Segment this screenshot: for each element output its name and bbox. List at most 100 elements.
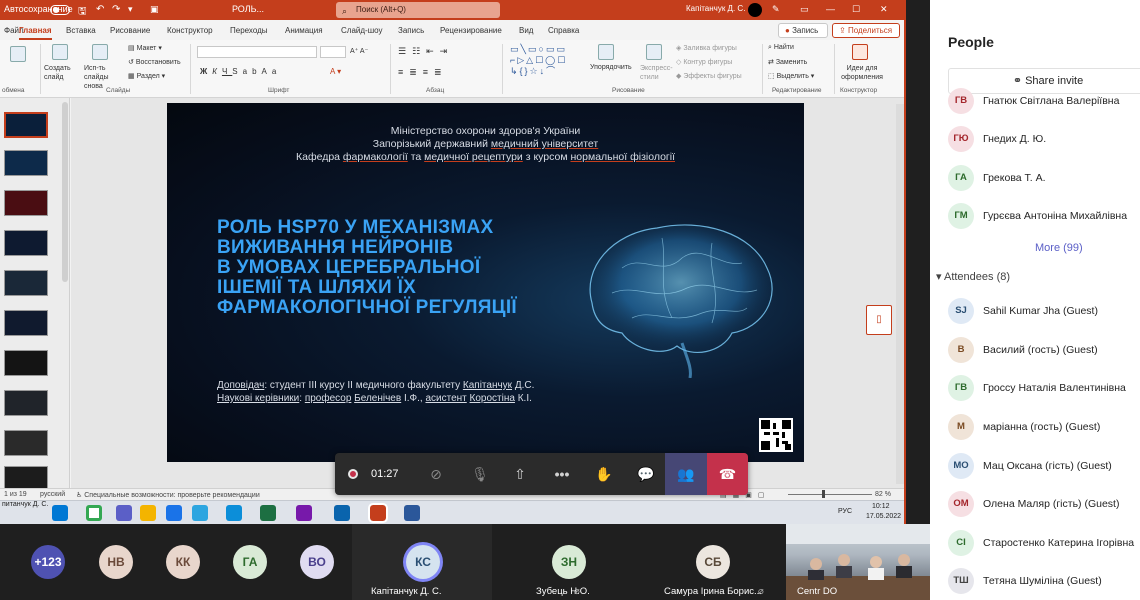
attendees-section-header[interactable]: ▾ Attendees (8) (936, 270, 1010, 283)
section-button[interactable]: ▦ Раздел ▾ (128, 72, 165, 80)
zoom-level[interactable]: 82 % (875, 491, 891, 498)
shape-fill-button[interactable]: ◈ Заливка фигуры (676, 44, 737, 52)
camera-off-icon[interactable]: ⊘ (421, 453, 451, 495)
design-ideas-button[interactable]: Идеи для оформления (838, 64, 886, 82)
font-color-icon[interactable]: A ▾ (330, 67, 341, 76)
quick-styles-icon[interactable] (646, 44, 662, 60)
participant-row[interactable]: МО Мац Оксана (гість) (Guest) (948, 452, 1140, 480)
current-slide[interactable]: Міністерство охорони здоров'я України За… (167, 103, 804, 462)
thumbnail-slide-9[interactable] (4, 430, 48, 456)
hang-up-icon[interactable]: ☎ (707, 453, 748, 495)
participant-row[interactable]: ОМ Олена Маляр (гість) (Guest) (948, 490, 1140, 518)
accessibility-status[interactable]: ♿ Специальные возможности: проверьте рек… (76, 491, 260, 499)
explorer-icon[interactable] (140, 505, 156, 521)
gallery-avatar-speaking[interactable]: КС (406, 545, 440, 579)
tab-transitions[interactable]: Переходы (230, 26, 268, 35)
thumbnail-slide-1[interactable] (4, 112, 48, 138)
select-button[interactable]: ⬚ Выделить ▾ (768, 72, 814, 80)
thumbnail-slide-2[interactable] (4, 150, 48, 176)
gallery-avatar[interactable]: НВ (99, 545, 133, 579)
present-icon[interactable]: ▣ (150, 4, 159, 15)
language-indicator[interactable]: русский (40, 491, 65, 498)
participant-row[interactable]: ГВ Гроссу Наталія Валентинівна (948, 374, 1140, 402)
new-slide-icon[interactable] (52, 44, 68, 60)
more-participants-link[interactable]: More (99) (1035, 242, 1083, 254)
mic-off-icon[interactable]: 🎙 (465, 453, 495, 495)
thumbnail-slide-6[interactable] (4, 310, 48, 336)
keyboard-language[interactable]: РУС (838, 508, 852, 515)
powerpoint-icon[interactable] (368, 503, 388, 523)
more-options-icon[interactable]: ••• (547, 453, 577, 495)
telegram-icon[interactable] (192, 505, 208, 521)
tab-slideshow[interactable]: Слайд-шоу (341, 26, 382, 35)
quick-styles-button[interactable]: Экспресс-стили (640, 64, 674, 82)
tab-design[interactable]: Конструктор (167, 26, 213, 35)
gallery-avatar[interactable]: КК (166, 545, 200, 579)
participant-row[interactable]: Ммаріанна (гость) (Guest) (948, 413, 1140, 441)
ribbon-display-icon[interactable]: ▭ (800, 4, 809, 15)
windows-icon[interactable] (52, 505, 68, 521)
thumbnail-slide-3[interactable] (4, 190, 48, 216)
clock-time[interactable]: 10:12 (872, 503, 890, 510)
zoom-slider[interactable] (788, 494, 872, 495)
create-slide-button[interactable]: Создать слайд (44, 64, 80, 82)
gallery-avatar[interactable]: ВО (300, 545, 334, 579)
participant-row[interactable]: СІ Старостенко Катерина Ігорівна (948, 529, 1140, 557)
undo-icon[interactable]: ↶ (96, 4, 104, 15)
font-grow-icon[interactable]: A⁺ A⁻ (350, 47, 368, 55)
participant-row[interactable]: SJ Sahil Kumar Jha (Guest) (948, 297, 1140, 325)
font-format-icons[interactable]: ЖКЧSabAa (200, 67, 281, 76)
participant-row[interactable]: В Василий (гость) (Guest) (948, 336, 1140, 364)
close-icon[interactable]: ✕ (880, 4, 888, 15)
shapes-gallery[interactable]: ▭╲▭○▭▭ ⌐▷△☐◯☐ ↳{}☆↓⌒ (510, 44, 567, 77)
chat-icon[interactable]: 💬 (631, 453, 661, 495)
thumbnail-slide-7[interactable] (4, 350, 48, 376)
design-ideas-icon[interactable] (852, 44, 868, 60)
clock-date[interactable]: 17.05.2022 (866, 513, 901, 520)
gallery-avatar[interactable]: ГА (233, 545, 267, 579)
paragraph-align-icons[interactable]: ≡≣≡≣ (398, 67, 448, 78)
thumbnail-slide-5[interactable] (4, 270, 48, 296)
minimize-icon[interactable]: — (826, 4, 835, 14)
participant-row[interactable]: ГВ Гнатюк Світлана Валеріївна (948, 87, 1140, 115)
maximize-icon[interactable]: ☐ (852, 4, 860, 15)
zoom-slider-thumb[interactable] (822, 490, 825, 498)
people-icon[interactable]: 👥 (665, 453, 707, 495)
teams-icon[interactable] (116, 505, 132, 521)
thumbnail-slide-4[interactable] (4, 230, 48, 256)
arrange-icon[interactable] (598, 44, 614, 60)
participant-row[interactable]: ГЮ Гнедих Д. Ю. (948, 125, 1140, 153)
replace-button[interactable]: ⇄ Заменить (768, 58, 807, 66)
save-icon[interactable]: 🖫 (78, 4, 87, 21)
tab-home[interactable]: Главная (19, 26, 52, 40)
arrange-button[interactable]: Упорядочить (590, 64, 632, 71)
customize-qat-icon[interactable]: ▾ (128, 4, 133, 15)
pen-icon[interactable]: ✎ (772, 4, 780, 15)
layout-button[interactable]: ▤ Макет ▾ (128, 44, 162, 52)
redo-icon[interactable]: ↷ (112, 4, 120, 15)
paste-icon[interactable] (10, 46, 26, 62)
shape-outline-button[interactable]: ◇ Контур фигуры (676, 58, 732, 66)
thumbnail-slide-8[interactable] (4, 390, 48, 416)
participant-row[interactable]: ГМ Гурєєва Антоніна Михайлівна (948, 202, 1140, 230)
thumbnail-scrollbar[interactable] (62, 102, 68, 282)
gallery-avatar[interactable]: СБ (696, 545, 730, 579)
slide-notes-icon[interactable]: ▯ (866, 305, 892, 335)
tab-draw[interactable]: Рисование (110, 26, 150, 35)
onenote-icon[interactable] (296, 505, 312, 521)
font-size-box[interactable] (320, 46, 346, 58)
record-button[interactable]: ● Запись (778, 23, 828, 38)
raise-hand-icon[interactable]: ✋ (589, 453, 619, 495)
zoom-app-icon[interactable] (166, 505, 182, 521)
font-name-box[interactable] (197, 46, 317, 58)
tab-help[interactable]: Справка (548, 26, 579, 35)
word-icon[interactable] (404, 505, 420, 521)
tab-view[interactable]: Вид (519, 26, 533, 35)
excel-icon[interactable] (260, 505, 276, 521)
tab-review[interactable]: Рецензирование (440, 26, 502, 35)
search-box[interactable]: ⌕ Поиск (Alt+Q) (336, 2, 500, 18)
tab-insert[interactable]: Вставка (66, 26, 96, 35)
shape-effects-button[interactable]: ◆ Эффекты фигуры (676, 72, 742, 80)
overflow-participants-button[interactable]: +123 (31, 545, 65, 579)
chrome-icon[interactable] (86, 505, 102, 521)
